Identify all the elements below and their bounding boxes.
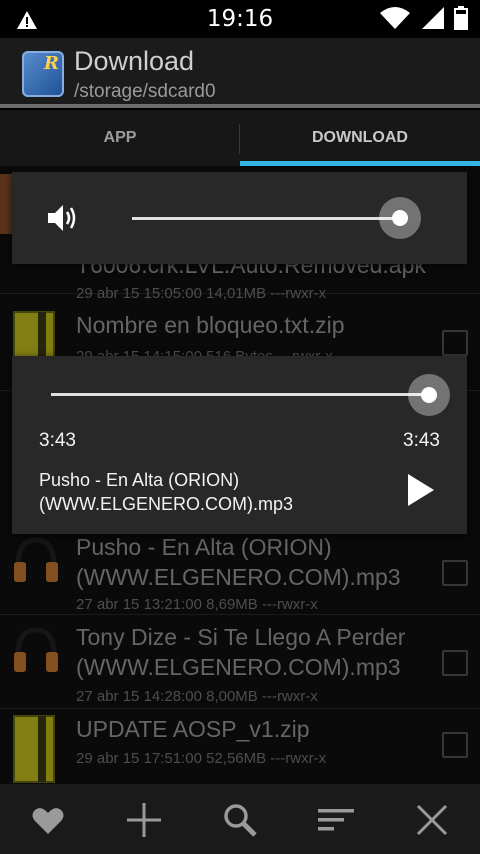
app-header: R Download /storage/sdcard0 — [0, 38, 480, 104]
status-bar: 19:16 — [0, 0, 480, 38]
battery-icon — [454, 6, 468, 30]
header-divider — [0, 104, 480, 108]
audio-player-popup: 3:43 3:43 Pusho - En Alta (ORION) (WWW.E… — [12, 356, 467, 534]
app-logo-icon: R — [22, 51, 64, 97]
song-title-line2: (WWW.ELGENERO.COM).mp3 — [39, 494, 294, 514]
play-icon[interactable] — [408, 474, 434, 506]
volume-slider-thumb[interactable] — [379, 197, 421, 239]
song-title-line1: Pusho - En Alta (ORION) — [39, 470, 240, 490]
add-icon[interactable] — [126, 802, 162, 838]
song-title: Pusho - En Alta (ORION) (WWW.ELGENERO.CO… — [39, 468, 399, 516]
total-time: 3:43 — [403, 430, 440, 451]
elapsed-time: 3:43 — [39, 430, 76, 451]
current-path: /storage/sdcard0 — [74, 81, 216, 102]
volume-popup — [12, 172, 467, 264]
seek-track[interactable] — [51, 393, 429, 396]
sort-icon[interactable] — [318, 802, 354, 838]
page-title: Download — [74, 46, 195, 76]
search-icon[interactable] — [222, 802, 258, 838]
volume-track[interactable] — [132, 217, 400, 220]
speaker-icon — [48, 205, 76, 231]
tab-app[interactable]: APP — [0, 110, 240, 166]
wifi-icon — [380, 7, 410, 29]
bottom-toolbar — [0, 784, 480, 854]
heart-icon[interactable] — [30, 802, 66, 838]
signal-icon — [422, 7, 444, 29]
tab-download[interactable]: DOWNLOAD — [240, 110, 480, 166]
close-icon[interactable] — [414, 802, 450, 838]
tab-bar: APP DOWNLOAD — [0, 110, 480, 166]
seek-slider-thumb[interactable] — [408, 374, 450, 416]
